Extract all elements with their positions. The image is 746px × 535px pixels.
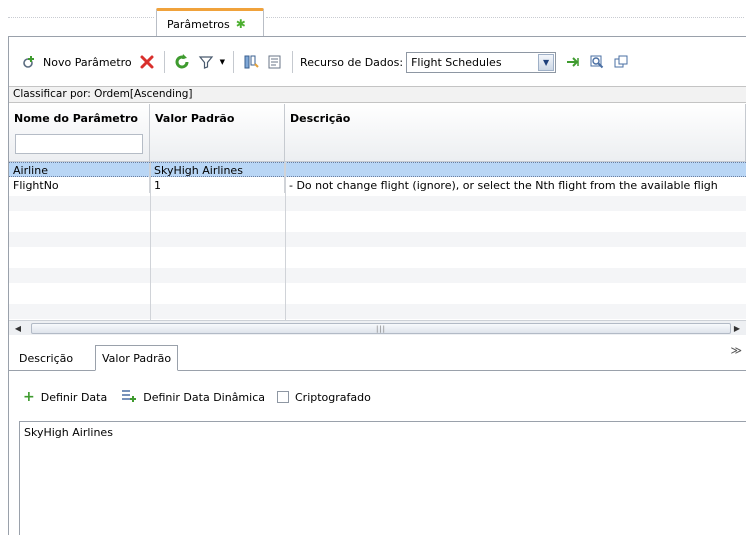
sync-button[interactable] bbox=[609, 49, 633, 75]
cell-description[interactable]: - Do not change flight (ignore), or sele… bbox=[285, 178, 746, 193]
cell-default-value[interactable]: SkyHigh Airlines bbox=[150, 163, 285, 178]
set-dynamic-data-button[interactable]: Definir Data Dinâmica bbox=[143, 391, 265, 404]
data-resource-select[interactable]: Flight Schedules ▼ bbox=[406, 51, 557, 73]
data-resource-value: Flight Schedules bbox=[411, 55, 502, 69]
table-row[interactable]: Airline SkyHigh Airlines bbox=[9, 162, 746, 178]
tab-default-value[interactable]: Valor Padrão bbox=[95, 345, 179, 371]
toolbar-separator bbox=[163, 51, 165, 73]
empty-row bbox=[9, 268, 746, 283]
grid-horizontal-scrollbar[interactable]: ◀ ||| ▶ bbox=[9, 320, 746, 335]
column-header-default-value-label: Valor Padrão bbox=[155, 112, 235, 125]
tab-description[interactable]: Descrição bbox=[13, 345, 79, 371]
column-header-name-label: Nome do Parâmetro bbox=[14, 112, 138, 125]
document-tab-strip: Parâmetros ✱ bbox=[0, 0, 746, 37]
tab-parameters[interactable]: Parâmetros ✱ bbox=[156, 8, 264, 37]
chevron-down-icon: ▼ bbox=[219, 58, 226, 66]
default-value-toolbar: + Definir Data Definir Data Dinâmica Cri… bbox=[9, 382, 746, 412]
modified-star-icon: ✱ bbox=[235, 17, 246, 31]
toolbar-separator bbox=[233, 51, 235, 73]
sync-icon bbox=[612, 53, 630, 71]
refresh-button[interactable] bbox=[170, 49, 194, 75]
sort-info-text: Classificar por: Ordem[Ascending] bbox=[13, 88, 193, 100]
cell-name[interactable]: Airline bbox=[9, 163, 150, 178]
column-header-default-value[interactable]: Valor Padrão bbox=[150, 104, 285, 162]
add-icon: + bbox=[23, 389, 35, 405]
column-divider bbox=[285, 162, 286, 320]
new-parameter-button[interactable]: Novo Parâmetro bbox=[17, 49, 135, 75]
empty-row bbox=[9, 250, 746, 265]
tab-parameters-label: Parâmetros bbox=[167, 17, 230, 31]
empty-row bbox=[9, 232, 746, 247]
new-parameter-icon bbox=[20, 53, 38, 71]
toolbar-separator bbox=[292, 51, 294, 73]
details-tabs: Descrição Valor Padrão ≫ bbox=[9, 344, 746, 371]
filter-dropdown-button[interactable]: ▼ bbox=[194, 49, 228, 75]
sort-info-bar: Classificar por: Ordem[Ascending] bbox=[9, 86, 746, 103]
parameters-grid: Nome do Parâmetro Valor Padrão Descrição… bbox=[9, 104, 746, 320]
tab-strip-divider bbox=[8, 17, 154, 18]
refresh-icon bbox=[173, 53, 191, 71]
column-header-description[interactable]: Descrição bbox=[285, 104, 746, 162]
default-value-text: SkyHigh Airlines bbox=[24, 426, 113, 439]
go-to-resource-button[interactable] bbox=[561, 49, 585, 75]
column-header-description-label: Descrição bbox=[290, 112, 351, 125]
cell-description[interactable] bbox=[285, 163, 746, 178]
filter-icon bbox=[197, 53, 215, 71]
columns-button[interactable] bbox=[239, 49, 263, 75]
tab-description-label: Descrição bbox=[19, 351, 74, 365]
delete-icon bbox=[138, 53, 156, 71]
set-data-button[interactable]: Definir Data bbox=[41, 391, 107, 404]
tab-default-value-label: Valor Padrão bbox=[102, 351, 172, 365]
edit-document-icon bbox=[266, 53, 284, 71]
tab-strip-divider bbox=[266, 17, 744, 18]
arrow-right-icon bbox=[564, 53, 582, 71]
cell-name[interactable]: FlightNo bbox=[9, 178, 150, 193]
empty-row bbox=[9, 304, 746, 319]
scroll-right-icon[interactable]: ▶ bbox=[730, 322, 744, 335]
new-parameter-label: Novo Parâmetro bbox=[43, 55, 132, 69]
search-icon bbox=[588, 53, 606, 71]
edit-details-button[interactable] bbox=[263, 49, 287, 75]
empty-row bbox=[9, 214, 746, 229]
data-resource-label: Recurso de Dados: bbox=[300, 55, 404, 69]
default-value-textarea[interactable]: SkyHigh Airlines bbox=[19, 421, 746, 535]
dynamic-data-icon bbox=[121, 389, 137, 406]
column-divider bbox=[150, 162, 151, 320]
scroll-left-icon[interactable]: ◀ bbox=[11, 322, 25, 335]
columns-icon bbox=[242, 53, 260, 71]
encrypted-checkbox[interactable] bbox=[277, 391, 289, 403]
column-header-name[interactable]: Nome do Parâmetro bbox=[9, 104, 150, 162]
parameters-toolbar: Novo Parâmetro ▼ Recurso de Dados: Fligh… bbox=[9, 44, 746, 80]
search-button[interactable] bbox=[585, 49, 609, 75]
encrypted-label: Criptografado bbox=[295, 390, 371, 404]
empty-row bbox=[9, 286, 746, 301]
scrollbar-thumb[interactable]: ||| bbox=[31, 323, 731, 334]
delete-button[interactable] bbox=[135, 49, 159, 75]
table-row[interactable]: FlightNo 1 - Do not change flight (ignor… bbox=[9, 178, 746, 193]
name-filter-input[interactable] bbox=[15, 134, 143, 154]
chevron-down-icon: ▼ bbox=[538, 53, 555, 71]
cell-default-value[interactable]: 1 bbox=[150, 178, 285, 193]
empty-row bbox=[9, 196, 746, 211]
collapse-panel-icon[interactable]: ≫ bbox=[730, 344, 742, 357]
